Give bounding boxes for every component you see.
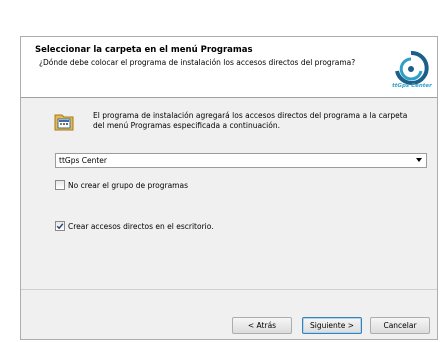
desktop-shortcut-label[interactable]: Crear accesos directos en el escritorio. [68,222,214,231]
cancel-button[interactable]: Cancelar [370,317,430,334]
page-subtitle: ¿Dónde debe colocar el programa de insta… [39,58,356,67]
setup-wizard-dialog: Seleccionar la carpeta en el menú Progra… [20,36,438,340]
logo-text: ttGps Center [392,83,432,89]
checkmark-icon [56,223,64,230]
no-group-checkbox[interactable] [55,180,65,190]
desktop-shortcut-option[interactable]: Crear accesos directos en el escritorio. [55,221,214,231]
folder-combo-value: ttGps Center [59,156,107,165]
wizard-header: Seleccionar la carpeta en el menú Progra… [21,37,437,98]
program-folder-icon [54,114,74,131]
next-button[interactable]: Siguiente > [302,317,362,334]
page-title: Seleccionar la carpeta en el menú Progra… [35,45,253,55]
no-group-label[interactable]: No crear el grupo de programas [68,181,188,190]
desktop-shortcut-checkbox[interactable] [55,221,65,231]
info-text: El programa de instalación agregará los … [93,111,408,130]
back-button[interactable]: < Atrás [232,317,292,334]
start-menu-folder-combo[interactable]: ttGps Center [55,153,427,168]
no-group-option[interactable]: No crear el grupo de programas [55,180,188,190]
footer-separator [21,289,437,290]
chevron-down-icon[interactable] [416,158,422,162]
